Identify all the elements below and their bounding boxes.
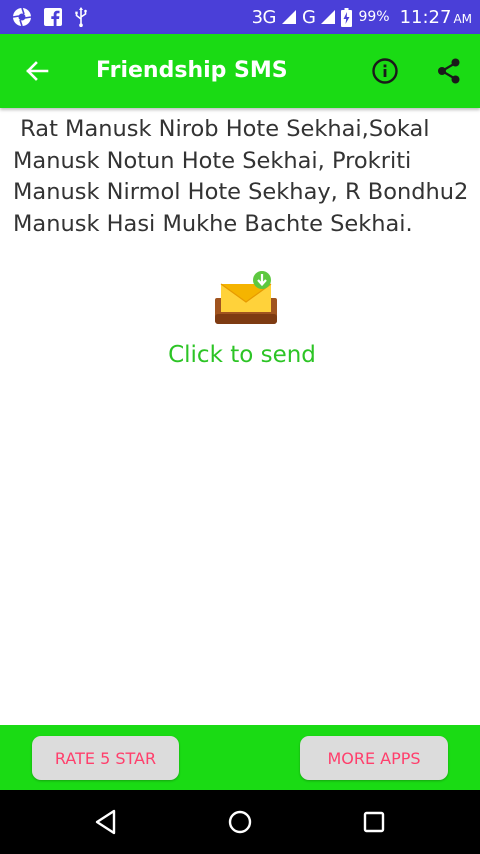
facebook-icon (44, 8, 62, 26)
app-bar: Friendship SMS (0, 34, 480, 108)
click-to-send-button[interactable]: Click to send (0, 338, 480, 372)
nav-recents-icon[interactable] (360, 808, 388, 836)
more-apps-button[interactable]: MORE APPS (300, 736, 448, 780)
clock-time: 11:27 (399, 6, 452, 28)
aperture-icon (12, 7, 32, 27)
clock-ampm: AM (453, 11, 472, 26)
signal-icon (281, 10, 296, 24)
clock: 11:27 AM (400, 7, 472, 28)
arrow-left-icon[interactable] (22, 56, 52, 86)
rate-5-star-button[interactable]: RATE 5 STAR (32, 736, 179, 780)
network-type-3g: 3G (251, 6, 277, 28)
signal-icon (321, 10, 336, 24)
app-title: Friendship SMS (96, 58, 288, 83)
share-icon[interactable] (434, 56, 464, 86)
battery-percent: 99% (358, 9, 390, 25)
mail-download-icon[interactable] (213, 270, 279, 326)
battery-icon (341, 7, 353, 27)
sms-message-text: Rat Manusk Nirob Hote Sekhai,Sokal Manus… (13, 116, 476, 237)
system-nav-bar (0, 790, 480, 854)
status-right: 3G G 99% 11:27 AM (252, 7, 472, 28)
status-bar: 3G G 99% 11:27 AM (0, 0, 480, 34)
nav-back-icon[interactable] (92, 808, 120, 836)
network-type-g: G (301, 6, 316, 28)
status-left (12, 7, 88, 27)
info-icon[interactable] (370, 56, 400, 86)
usb-icon (75, 7, 87, 27)
bottom-bar: RATE 5 STAR MORE APPS (0, 725, 480, 790)
nav-home-icon[interactable] (226, 808, 254, 836)
